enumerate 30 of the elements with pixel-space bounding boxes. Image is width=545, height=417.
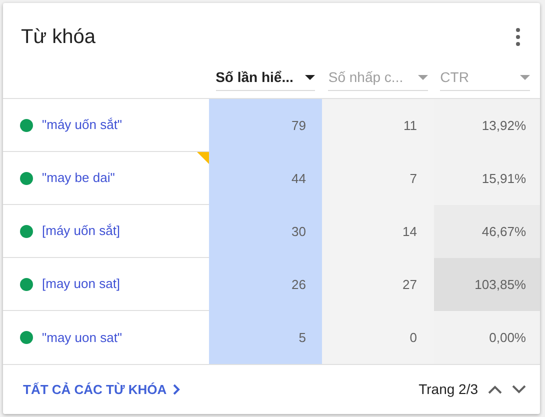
page-indicator: Trang 2/3 [418,380,478,399]
keyword-link[interactable]: "máy uốn sắt" [42,115,122,135]
keyword-link[interactable]: "may uon sat" [42,328,122,348]
table-cell: 103,85% [434,258,540,311]
table-cell: 14 [322,205,434,258]
table-cell: 11 [322,99,434,152]
table-cell: 27 [322,258,434,311]
all-keywords-link[interactable]: TẤT CẢ CÁC TỪ KHÓA [23,380,180,400]
table-cell: 0,00% [434,311,540,364]
table-cell: 7 [322,152,434,205]
chevron-down-icon[interactable] [512,385,526,394]
table-cell: 30 [209,205,322,258]
table-cell: 0 [322,311,434,364]
dropdown-caret-icon [305,75,316,80]
chevron-right-icon [172,384,180,395]
card-title: Từ khóa [21,25,96,50]
keyword-link[interactable]: [may uon sat] [42,274,120,294]
table-cell: 13,92% [434,99,540,152]
table-cell: 26 [209,258,322,311]
dropdown-caret-icon [520,75,530,80]
table-cell: 5 [209,311,322,364]
table-cell: 46,67% [434,205,540,258]
chevron-up-icon[interactable] [488,385,502,394]
table-cell: 15,91% [434,152,540,205]
dropdown-caret-icon [418,75,428,80]
table-cell: 79 [209,99,322,152]
keyword-link[interactable]: "may be dai" [42,168,115,188]
keyword-link[interactable]: [máy uốn sắt] [42,221,120,241]
column-header[interactable]: Số lần hiể... [216,65,316,91]
table-cell: 44 [209,152,322,205]
